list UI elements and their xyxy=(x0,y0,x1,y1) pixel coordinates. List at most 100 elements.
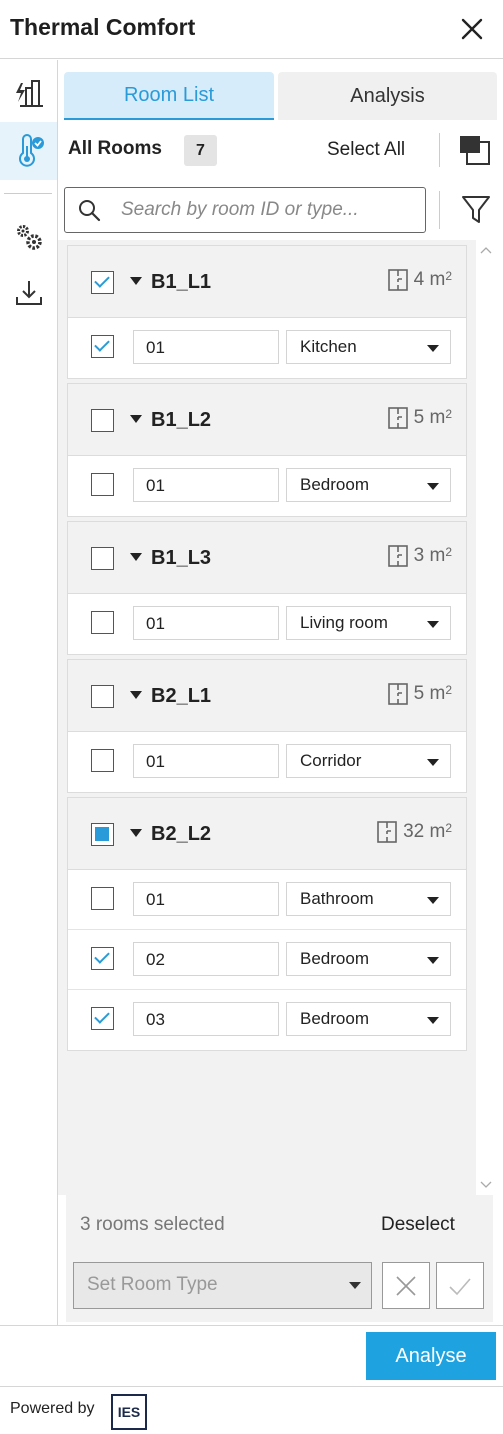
room-group: B2_L2 32 m2 01 Bathroom 02 Bedroom 03 Be… xyxy=(67,797,467,1051)
room-id-field[interactable]: 01 xyxy=(133,330,279,364)
sidebar-item-download[interactable] xyxy=(0,264,57,322)
caret-down-icon[interactable] xyxy=(129,276,143,286)
tab-bar: Room List Analysis xyxy=(64,72,497,120)
sidebar-divider xyxy=(4,193,52,194)
room-group: B1_L1 4 m2 01 Kitchen xyxy=(67,245,467,379)
floor-plan-icon xyxy=(387,269,408,291)
analyse-button[interactable]: Analyse xyxy=(366,1332,496,1380)
set-room-type-select[interactable]: Set Room Type xyxy=(73,1262,372,1309)
group-header: B1_L1 4 m2 xyxy=(68,246,466,318)
group-area: 32 m2 xyxy=(376,820,452,844)
room-checkbox[interactable] xyxy=(91,749,114,772)
room-row: 01 Bedroom xyxy=(68,456,466,516)
floor-plan-icon xyxy=(387,683,408,705)
caret-down-icon[interactable] xyxy=(129,414,143,424)
room-checkbox[interactable] xyxy=(91,947,114,970)
room-type-value: Bedroom xyxy=(300,1009,369,1028)
dropdown-caret-icon xyxy=(427,1017,439,1024)
collapse-all-icon[interactable] xyxy=(457,133,493,169)
group-name: B2_L2 xyxy=(151,823,212,845)
room-type-select[interactable]: Corridor xyxy=(286,744,451,778)
energy-building-icon xyxy=(15,80,43,107)
scroll-down-icon[interactable] xyxy=(480,1181,492,1189)
group-checkbox[interactable] xyxy=(91,409,114,432)
group-header: B1_L3 3 m2 xyxy=(68,522,466,594)
room-id-field[interactable]: 01 xyxy=(133,606,279,640)
room-id-field[interactable]: 01 xyxy=(133,744,279,778)
search-input[interactable] xyxy=(121,196,416,224)
tab-analysis[interactable]: Analysis xyxy=(278,72,497,120)
dropdown-caret-icon xyxy=(427,957,439,964)
filter-icon[interactable] xyxy=(458,191,494,227)
close-icon[interactable] xyxy=(459,16,485,42)
room-checkbox[interactable] xyxy=(91,1007,114,1030)
room-id-field[interactable]: 03 xyxy=(133,1002,279,1036)
sidebar-item-thermal-comfort[interactable] xyxy=(0,122,57,180)
deselect-button[interactable]: Deselect xyxy=(381,1214,455,1236)
caret-down-icon[interactable] xyxy=(129,690,143,700)
settings-icon xyxy=(16,225,42,250)
select-all-button[interactable]: Select All xyxy=(327,139,405,161)
room-row: 01 Bathroom xyxy=(68,870,466,930)
tab-room-list[interactable]: Room List xyxy=(64,72,274,120)
room-checkbox[interactable] xyxy=(91,335,114,358)
divider xyxy=(439,133,440,167)
sidebar-item-energy[interactable] xyxy=(0,64,57,122)
floor-plan-icon xyxy=(387,545,408,567)
set-room-type-placeholder: Set Room Type xyxy=(87,1274,218,1295)
panel-header: Thermal Comfort xyxy=(0,0,503,59)
area-exponent: 2 xyxy=(445,269,452,283)
room-group: B2_L1 5 m2 01 Corridor xyxy=(67,659,467,793)
room-id-field[interactable]: 02 xyxy=(133,942,279,976)
group-checkbox[interactable] xyxy=(91,271,114,294)
scrollbar[interactable] xyxy=(476,240,497,1195)
room-type-select[interactable]: Kitchen xyxy=(286,330,451,364)
group-checkbox[interactable] xyxy=(91,685,114,708)
group-checkbox[interactable] xyxy=(91,823,114,846)
group-name: B2_L1 xyxy=(151,685,212,707)
dropdown-caret-icon xyxy=(427,759,439,766)
group-name: B1_L3 xyxy=(151,547,212,569)
room-type-select[interactable]: Bedroom xyxy=(286,1002,451,1036)
scroll-up-icon[interactable] xyxy=(480,246,492,254)
confirm-button[interactable] xyxy=(436,1262,484,1309)
group-area: 3 m2 xyxy=(387,544,452,568)
area-value: 4 m xyxy=(413,269,446,290)
sidebar xyxy=(0,60,58,1325)
floor-plan-icon xyxy=(377,821,397,843)
area-value: 3 m xyxy=(413,545,446,566)
powered-by-text: Powered by xyxy=(10,1400,95,1417)
cancel-button[interactable] xyxy=(382,1262,430,1309)
group-header: B2_L1 5 m2 xyxy=(68,660,466,732)
panel-title: Thermal Comfort xyxy=(10,14,196,40)
group-name: B1_L1 xyxy=(151,271,212,293)
room-checkbox[interactable] xyxy=(91,611,114,634)
room-type-select[interactable]: Bedroom xyxy=(286,468,451,502)
all-rooms-label: All Rooms xyxy=(68,138,162,159)
room-row: 01 Corridor xyxy=(68,732,466,792)
room-id-field[interactable]: 01 xyxy=(133,468,279,502)
room-type-select[interactable]: Bedroom xyxy=(286,942,451,976)
group-name: B1_L2 xyxy=(151,409,212,431)
area-value: 5 m xyxy=(413,407,446,428)
area-exponent: 2 xyxy=(445,821,452,835)
room-type-select[interactable]: Bathroom xyxy=(286,882,451,916)
sidebar-item-settings[interactable] xyxy=(0,208,57,266)
close-icon xyxy=(396,1275,416,1296)
room-checkbox[interactable] xyxy=(91,887,114,910)
room-type-select[interactable]: Living room xyxy=(286,606,451,640)
caret-down-icon[interactable] xyxy=(129,828,143,838)
group-checkbox[interactable] xyxy=(91,547,114,570)
ies-logo: IES xyxy=(111,1394,147,1430)
check-icon xyxy=(449,1277,471,1295)
divider xyxy=(0,1325,503,1326)
room-type-value: Living room xyxy=(300,613,388,632)
room-checkbox[interactable] xyxy=(91,473,114,496)
room-type-value: Bedroom xyxy=(300,475,369,494)
room-row: 01 Living room xyxy=(68,594,466,654)
download-icon xyxy=(15,281,42,305)
caret-down-icon[interactable] xyxy=(129,552,143,562)
room-row: 01 Kitchen xyxy=(68,318,466,378)
room-id-field[interactable]: 01 xyxy=(133,882,279,916)
area-value: 5 m xyxy=(413,683,446,704)
